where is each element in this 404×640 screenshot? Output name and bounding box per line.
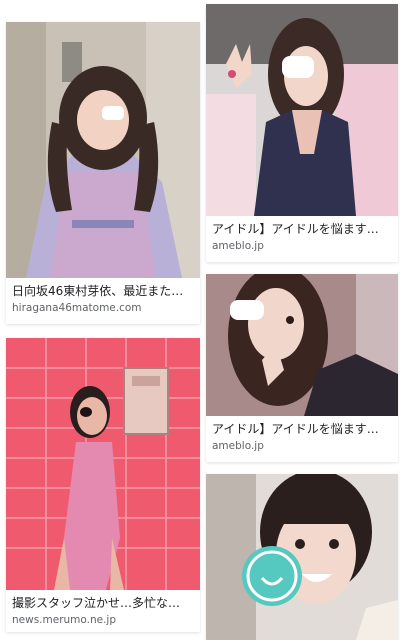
image-result-card[interactable] <box>206 474 398 640</box>
result-source: ameblo.jp <box>212 440 264 452</box>
image-result-card[interactable]: 日向坂46東村芽依、最近また… hiragana46matome.com <box>6 22 200 324</box>
image-result-card[interactable]: アイドル】アイドルを悩ます… ameblo.jp <box>206 274 398 462</box>
image-result-card[interactable]: アイドル】アイドルを悩ます… ameblo.jp <box>206 4 398 262</box>
result-meta: アイドル】アイドルを悩ます… ameblo.jp <box>212 222 392 253</box>
girl-smile-sticker-photo[interactable] <box>206 474 398 640</box>
woman-pink-room-eyepatch-photo[interactable] <box>6 338 200 590</box>
result-meta: 撮影スタッフ泣かせ…多忙な… news.merumo.ne.jp <box>12 596 194 627</box>
result-meta: アイドル】アイドルを悩ます… ameblo.jp <box>212 422 392 453</box>
result-source: hiragana46matome.com <box>12 302 142 314</box>
result-title[interactable]: 撮影スタッフ泣かせ…多忙な… <box>12 596 194 611</box>
result-source: ameblo.jp <box>212 240 264 252</box>
result-title[interactable]: アイドル】アイドルを悩ます… <box>212 422 392 437</box>
image-result-card[interactable]: 撮影スタッフ泣かせ…多忙な… news.merumo.ne.jp <box>6 338 200 632</box>
girl-plaid-dress-eyepatch-photo[interactable] <box>6 22 200 278</box>
result-meta: 日向坂46東村芽依、最近また… hiragana46matome.com <box>12 284 194 315</box>
girl-peace-sign-eyepatch-photo[interactable] <box>206 4 398 216</box>
girl-selfie-eyepatch-photo[interactable] <box>206 274 398 416</box>
result-title[interactable]: アイドル】アイドルを悩ます… <box>212 222 392 237</box>
result-source: news.merumo.ne.jp <box>12 614 117 626</box>
image-results-page: 日向坂46東村芽依、最近また… hiragana46matome.com 撮影ス… <box>0 0 404 640</box>
result-title[interactable]: 日向坂46東村芽依、最近また… <box>12 284 194 299</box>
